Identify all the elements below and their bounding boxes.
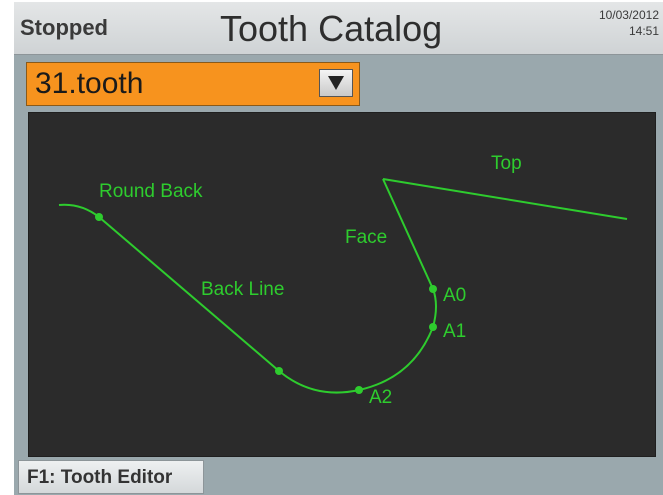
label-back-line: Back Line: [201, 279, 284, 300]
hmi-screen: Stopped Tooth Catalog 10/03/2012 14:51 3…: [14, 2, 663, 495]
date-display: 10/03/2012: [598, 8, 659, 22]
machine-status: Stopped: [20, 15, 108, 40]
tooth-editor-button[interactable]: F1: Tooth Editor: [18, 460, 204, 494]
tooth-file-dropdown[interactable]: 31.tooth: [26, 62, 360, 106]
round-back-curve: [58, 203, 100, 218]
a0-a1-curve: [432, 288, 437, 328]
page-title: Tooth Catalog: [220, 8, 443, 49]
face-line: [382, 178, 434, 290]
label-a1: A1: [443, 321, 466, 342]
gullet-curve: [358, 326, 434, 391]
point-a1: [429, 323, 437, 331]
point-round-back: [95, 213, 103, 221]
point-a2: [355, 386, 363, 394]
label-round-back: Round Back: [99, 181, 203, 202]
point-a0: [429, 285, 437, 293]
label-top: Top: [491, 153, 522, 174]
point-back-line-end: [275, 367, 283, 375]
label-a2: A2: [369, 387, 392, 408]
tooth-editor-button-label: F1: Tooth Editor: [27, 467, 173, 488]
time-display: 14:51: [628, 24, 659, 38]
header-bar: Stopped Tooth Catalog 10/03/2012 14:51: [14, 2, 663, 55]
top-line: [382, 178, 628, 220]
label-a0: A0: [443, 285, 466, 306]
dropdown-button[interactable]: [319, 69, 353, 97]
label-face: Face: [345, 227, 387, 248]
tooth-file-selected-value: 31.tooth: [35, 67, 144, 100]
tooth-profile-canvas: Top Round Back Face Back Line A0 A1 A2: [28, 112, 656, 457]
gullet-bottom-curve: [278, 370, 360, 394]
dropdown-arrow-icon: [328, 76, 344, 90]
